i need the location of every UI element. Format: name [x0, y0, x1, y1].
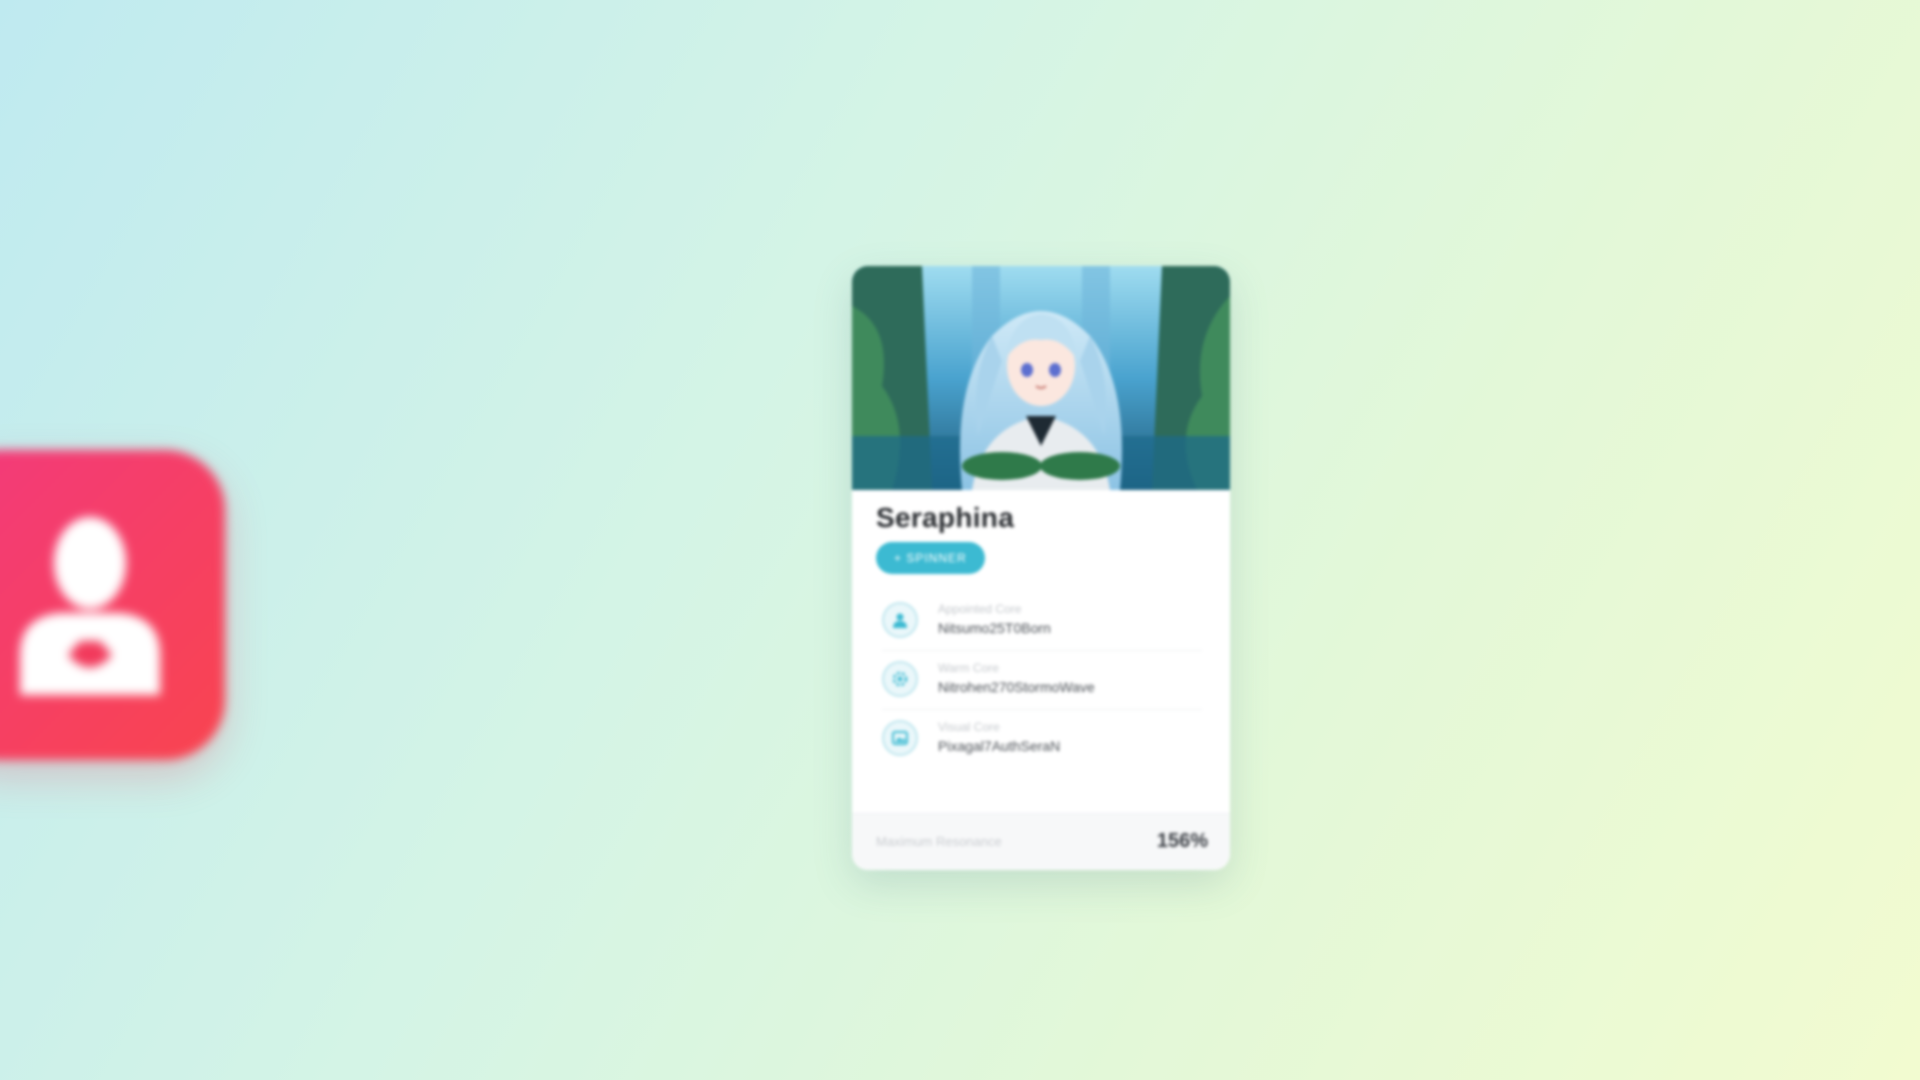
app-icon[interactable]: [0, 450, 225, 760]
character-name: Seraphina: [876, 502, 1015, 533]
footer-label: Maximum Resonance: [876, 834, 1002, 849]
info-value: Nitsumo25T0Born: [938, 620, 1051, 636]
info-value: Nitrohen270StormoWave: [938, 679, 1095, 695]
info-label: Visual Core: [938, 720, 1000, 734]
image-icon: [882, 720, 918, 756]
info-row[interactable]: Visual Core Pixagal7AuthSeraN: [882, 710, 1202, 768]
character-portrait: [852, 266, 1230, 490]
info-row[interactable]: Warm Core Nitrohen270StormoWave: [882, 651, 1202, 710]
role-badge[interactable]: + SPINNER: [876, 542, 985, 574]
info-value: Pixagal7AuthSeraN: [938, 738, 1061, 754]
info-label: Appointed Core: [938, 602, 1022, 616]
card-footer: Maximum Resonance 156%: [852, 813, 1230, 870]
info-list: Appointed Core Nitsumo25T0Born Warm Core…: [882, 592, 1202, 768]
user-icon: [20, 517, 160, 695]
gear-icon: [882, 661, 918, 697]
profile-card[interactable]: Seraphina + SPINNER Appointed Core Nitsu…: [852, 266, 1230, 870]
footer-value: 156%: [1156, 830, 1208, 852]
user-icon: [882, 602, 918, 638]
info-row[interactable]: Appointed Core Nitsumo25T0Born: [882, 592, 1202, 651]
info-label: Warm Core: [938, 661, 999, 675]
